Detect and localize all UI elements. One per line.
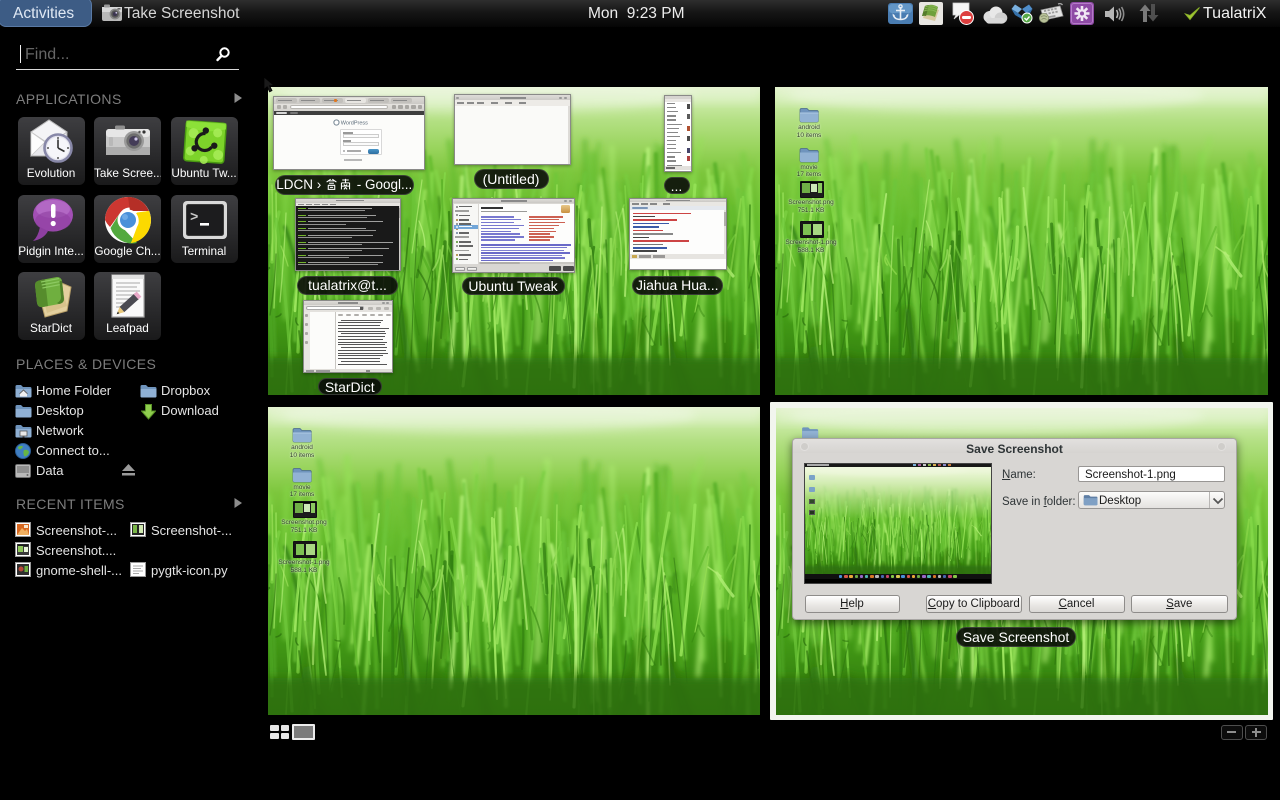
svg-text:WordPress: WordPress	[340, 121, 367, 126]
svg-text:>: >	[190, 210, 198, 226]
